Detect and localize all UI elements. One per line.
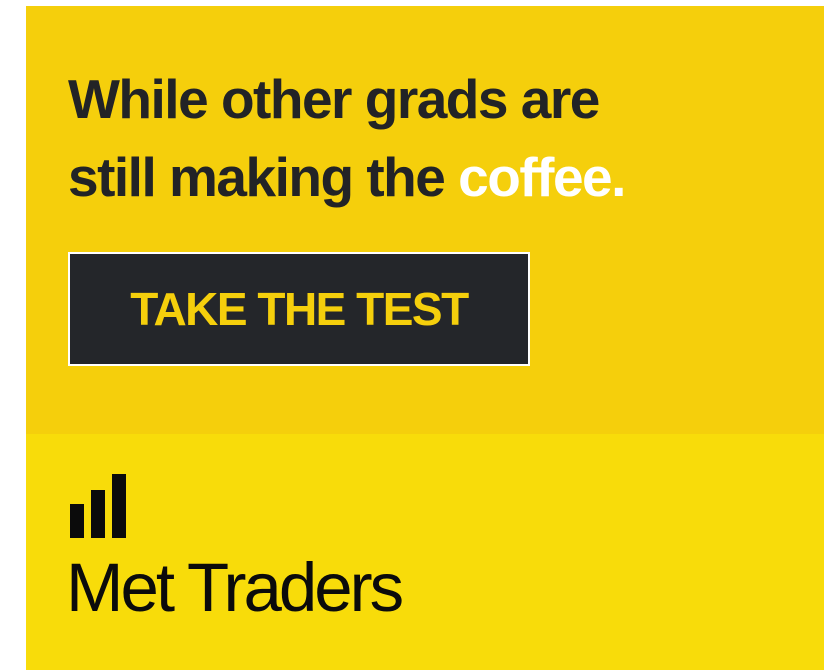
banner-ad[interactable]: While other grads are still making the c…: [26, 6, 824, 670]
ad-top-panel: While other grads are still making the c…: [26, 6, 824, 434]
headline-highlight-word: coffee.: [458, 146, 626, 208]
logo-bar-short: [70, 504, 84, 538]
headline-line-2: still making the coffee.: [68, 138, 626, 216]
brand-name: Met Traders: [66, 549, 404, 626]
headline-line-2-text: still making the: [68, 146, 459, 208]
ad-headline: While other grads are still making the c…: [68, 60, 626, 216]
headline-line-1: While other grads are: [68, 68, 600, 130]
logo-bar-medium: [91, 490, 105, 538]
take-the-test-button[interactable]: TAKE THE TEST: [68, 252, 530, 366]
logo-bar-tall: [112, 474, 126, 538]
bar-chart-icon: [70, 474, 130, 538]
take-the-test-label: TAKE THE TEST: [130, 283, 469, 335]
